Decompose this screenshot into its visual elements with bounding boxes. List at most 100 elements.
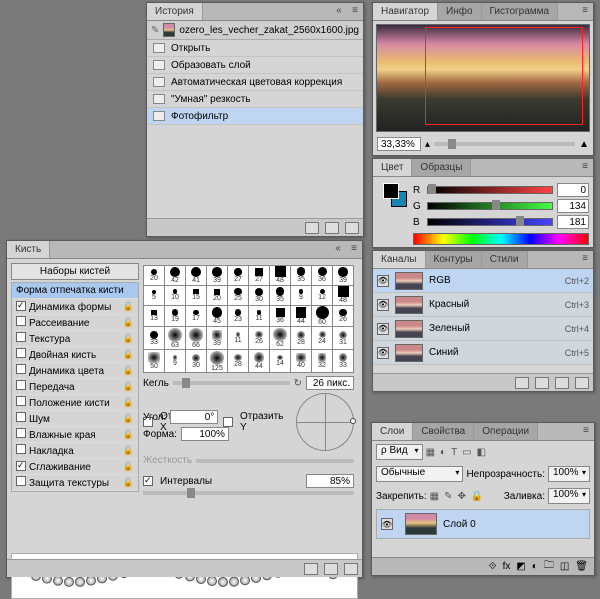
lock-icon[interactable]: 🔒 xyxy=(123,365,134,376)
new-doc-icon[interactable] xyxy=(325,222,339,234)
mask-icon[interactable]: ◩ xyxy=(516,561,525,572)
filter-icons[interactable]: ▦◐T▭◧ xyxy=(426,447,487,458)
lock-icon[interactable]: 🔒 xyxy=(123,381,134,392)
menu-icon[interactable]: ≡ xyxy=(347,3,363,20)
brush-preset[interactable]: 32 xyxy=(312,350,332,372)
tab-properties[interactable]: Свойства xyxy=(413,423,474,440)
fx-icon[interactable]: fx xyxy=(503,561,511,572)
link-icon[interactable]: ⟐ xyxy=(489,561,497,572)
menu-icon[interactable]: ≡ xyxy=(577,251,593,268)
type-filter-icon[interactable]: T xyxy=(451,447,457,458)
option-checkbox[interactable] xyxy=(16,476,26,486)
brush-preset[interactable]: 17 xyxy=(186,306,206,327)
lock-icon[interactable]: 🔒 xyxy=(123,477,134,488)
pixel-filter-icon[interactable]: ▦ xyxy=(426,447,435,458)
brush-preset[interactable]: 33 xyxy=(333,350,353,372)
roundness-input[interactable] xyxy=(181,427,229,441)
brush-preset[interactable]: 24 xyxy=(312,327,332,349)
brush-preset[interactable]: 48 xyxy=(333,286,353,305)
menu-icon[interactable]: ≡ xyxy=(346,241,362,258)
tab-brush[interactable]: Кисть xyxy=(7,241,50,258)
brush-preset[interactable]: 5 xyxy=(144,286,164,305)
visibility-icon[interactable]: 👁 xyxy=(377,323,389,335)
tab-navigator[interactable]: Навигатор xyxy=(373,3,438,20)
menu-icon[interactable]: ≡ xyxy=(578,423,594,440)
option-checkbox[interactable] xyxy=(16,444,26,454)
spectrum-ramp[interactable] xyxy=(413,233,589,245)
zoom-input[interactable] xyxy=(377,137,421,151)
brush-preset[interactable]: 63 xyxy=(165,327,185,349)
brush-option[interactable]: Рассеивание🔒 xyxy=(12,315,138,331)
b-input[interactable] xyxy=(557,215,589,229)
history-item[interactable]: Автоматическая цветовая коррекция xyxy=(147,74,363,91)
brush-option[interactable]: Защита текстуры🔒 xyxy=(12,475,138,491)
brush-preset[interactable]: 27 xyxy=(249,266,269,285)
group-icon[interactable]: 🗀 xyxy=(544,558,554,575)
lock-icon[interactable]: 🔒 xyxy=(123,445,134,456)
collapse-icon[interactable]: « xyxy=(331,3,347,20)
trash-icon[interactable] xyxy=(575,377,589,389)
option-checkbox[interactable] xyxy=(16,461,26,471)
brush-option[interactable]: Двойная кисть🔒 xyxy=(12,347,138,363)
option-checkbox[interactable] xyxy=(16,348,26,358)
layer-name[interactable]: Слой 0 xyxy=(443,519,476,530)
menu-icon[interactable]: ≡ xyxy=(577,3,593,20)
history-item[interactable]: Образовать слой xyxy=(147,57,363,74)
brush-preset[interactable]: 33 xyxy=(144,327,164,349)
brush-preset[interactable]: 48 xyxy=(270,266,290,285)
menu-icon[interactable]: ≡ xyxy=(577,159,593,176)
brush-preset[interactable]: 30 xyxy=(186,350,206,372)
brush-preset[interactable]: 26 xyxy=(333,306,353,327)
navigator-proxy[interactable] xyxy=(376,24,590,132)
tab-color[interactable]: Цвет xyxy=(373,159,412,176)
trash-icon[interactable] xyxy=(345,222,359,234)
tab-info[interactable]: Инфо xyxy=(438,3,482,20)
brush-option[interactable]: Динамика формы🔒 xyxy=(12,299,138,315)
view-box[interactable] xyxy=(425,27,583,125)
brush-preset[interactable]: 35 xyxy=(270,286,290,305)
b-slider[interactable] xyxy=(427,218,553,226)
load-selection-icon[interactable] xyxy=(515,377,529,389)
brush-preset[interactable]: 36 xyxy=(270,306,290,327)
option-checkbox[interactable] xyxy=(16,364,26,374)
brush-option[interactable]: Накладка🔒 xyxy=(12,443,138,459)
angle-widget[interactable] xyxy=(296,393,354,451)
lock-icon[interactable]: 🔒 xyxy=(123,317,134,328)
adjustment-icon[interactable]: ◐ xyxy=(532,561,538,572)
blend-mode-select[interactable]: Обычные xyxy=(376,466,463,482)
brush-preset[interactable]: 39 xyxy=(333,266,353,285)
tab-channels[interactable]: Каналы xyxy=(373,251,426,268)
brush-option[interactable]: Положение кисти🔒 xyxy=(12,395,138,411)
brush-option[interactable]: Передача🔒 xyxy=(12,379,138,395)
option-checkbox[interactable] xyxy=(16,301,26,311)
brush-preset[interactable]: 50 xyxy=(144,350,164,372)
toggle-preview-icon[interactable] xyxy=(304,563,318,575)
foreground-background[interactable] xyxy=(383,183,407,207)
brush-preset[interactable]: 66 xyxy=(186,327,206,349)
brush-preset[interactable]: 45 xyxy=(207,306,227,327)
new-brush-icon[interactable] xyxy=(324,563,338,575)
tab-layers[interactable]: Слои xyxy=(372,423,413,440)
spacing-slider[interactable] xyxy=(143,491,354,495)
zoom-out-icon[interactable]: ▴ xyxy=(425,139,430,150)
save-selection-icon[interactable] xyxy=(535,377,549,389)
brush-preset[interactable]: 40 xyxy=(291,350,311,372)
brush-preset[interactable]: 10 xyxy=(165,286,185,305)
brush-preset[interactable]: 12 xyxy=(312,286,332,305)
lock-pos-icon[interactable]: ✥ xyxy=(458,491,466,502)
brush-preset[interactable]: 11 xyxy=(249,306,269,327)
channel-row[interactable]: 👁ЗеленыйCtrl+4 xyxy=(373,317,593,341)
tab-actions[interactable]: Операции xyxy=(474,423,538,440)
size-slider[interactable] xyxy=(173,381,290,385)
brush-preset[interactable]: 41 xyxy=(186,266,206,285)
brush-preset[interactable]: 11 xyxy=(228,327,248,349)
channel-row[interactable]: 👁СинийCtrl+5 xyxy=(373,341,593,365)
size-input[interactable] xyxy=(306,376,354,390)
channel-row[interactable]: 👁КрасныйCtrl+3 xyxy=(373,293,593,317)
tab-paths[interactable]: Контуры xyxy=(426,251,482,268)
brush-preset[interactable]: 9 xyxy=(291,286,311,305)
channel-row[interactable]: 👁RGBCtrl+2 xyxy=(373,269,593,293)
lock-icon[interactable]: 🔒 xyxy=(123,349,134,360)
brush-preset[interactable]: 36 xyxy=(312,266,332,285)
tab-styles[interactable]: Стили xyxy=(482,251,528,268)
